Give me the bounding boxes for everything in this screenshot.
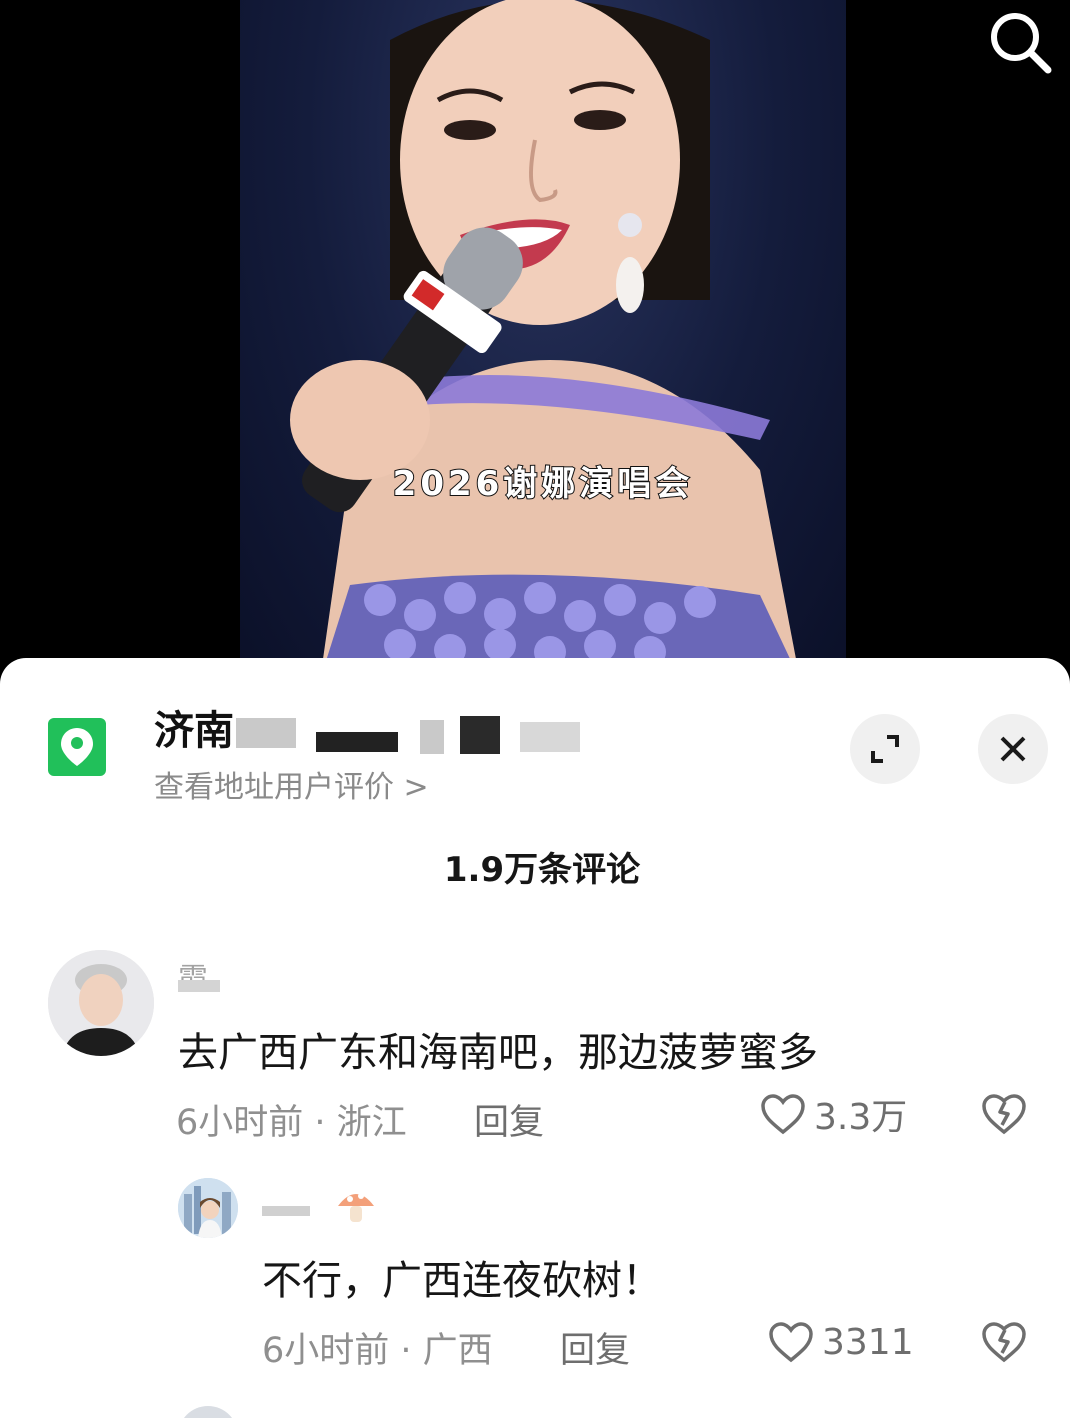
like-button[interactable]: 3.3万 <box>760 1092 907 1138</box>
video-caption: 2026谢娜演唱会 <box>392 463 694 505</box>
avatar[interactable] <box>178 1406 238 1418</box>
comment-meta: 6小时前 · 广西 <box>262 1322 493 1373</box>
heart-icon <box>769 1322 813 1363</box>
video-still <box>290 0 800 680</box>
comment-region: 浙江 <box>336 1103 407 1143</box>
redaction <box>420 720 444 754</box>
like-count: 3311 <box>822 1321 914 1363</box>
close-icon <box>1000 736 1026 762</box>
reply-button[interactable]: 回复 <box>474 1094 544 1145</box>
comment-count-title: 1.9万条评论 <box>443 850 641 890</box>
location-subtitle-link[interactable]: 查看地址用户评价 > <box>154 762 429 806</box>
redaction <box>520 722 580 752</box>
redaction <box>178 980 220 992</box>
comment-text: 不行，广西连夜砍树！ <box>262 1258 662 1304</box>
broken-heart-icon[interactable] <box>980 1092 1028 1136</box>
comment-time: 6小时前 <box>262 1331 390 1371</box>
location-pin-icon[interactable] <box>48 718 106 776</box>
heart-icon <box>761 1094 805 1135</box>
comment-region: 广西 <box>422 1331 493 1371</box>
avatar[interactable] <box>178 1178 238 1238</box>
search-icon[interactable] <box>984 6 1056 78</box>
like-count: 3.3万 <box>814 1097 908 1138</box>
meta-separator: · <box>389 1331 423 1371</box>
redaction <box>316 732 398 752</box>
video-player[interactable]: 2026谢娜演唱会 <box>0 0 1070 680</box>
avatar[interactable] <box>48 950 154 1056</box>
comment-time: 6小时前 <box>176 1103 304 1143</box>
redaction <box>262 1206 310 1216</box>
reply-button[interactable]: 回复 <box>560 1322 630 1373</box>
expand-button[interactable] <box>850 714 920 784</box>
mushroom-emoji-icon <box>334 1184 378 1228</box>
video-frame[interactable]: 2026谢娜演唱会 <box>240 0 846 680</box>
comment-text: 去广西广东和海南吧，那边菠萝蜜多 <box>178 1030 818 1076</box>
redaction <box>236 718 296 748</box>
close-button[interactable] <box>978 714 1048 784</box>
location-title[interactable]: 济南 <box>154 698 234 756</box>
like-button[interactable]: 3311 <box>768 1320 914 1364</box>
meta-separator: · <box>303 1103 337 1143</box>
expand-icon <box>871 735 899 763</box>
comment-sheet: 济南 查看地址用户评价 > 1.9万条评论 霞 去广西广东和海南吧，那边菠萝蜜多… <box>0 658 1070 1418</box>
comment-meta: 6小时前 · 浙江 <box>176 1094 407 1145</box>
redaction <box>460 716 500 754</box>
broken-heart-icon[interactable] <box>980 1320 1028 1364</box>
